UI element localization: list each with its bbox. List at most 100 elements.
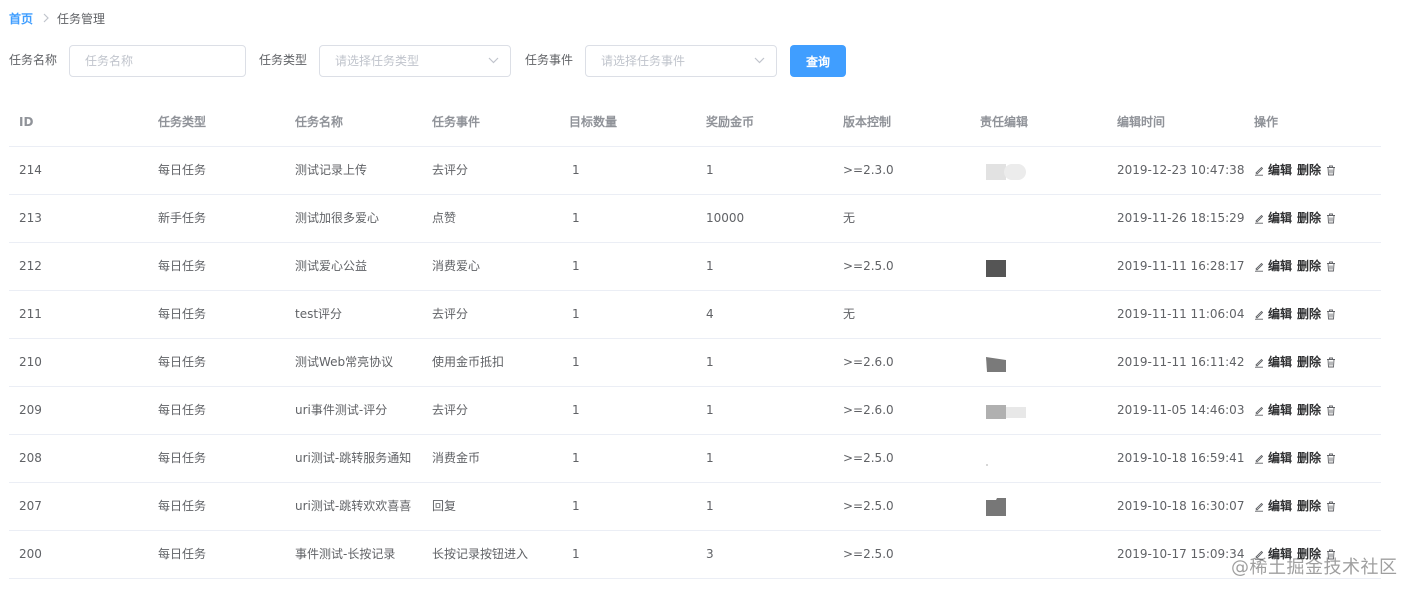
chevron-right-icon [43, 13, 49, 23]
cell-task-name: uri测试-跳转欢欢喜喜 [295, 499, 412, 513]
breadcrumb-home-link[interactable]: 首页 [9, 10, 33, 27]
cell-id: 208 [19, 451, 42, 465]
editor-avatar [985, 495, 1007, 520]
table-row: 210 每日任务 测试Web常亮协议 使用金币抵扣 1 1 >=2.6.0 2019-11-1… [9, 339, 1381, 387]
trash-icon[interactable] [1326, 261, 1336, 272]
edit-button[interactable]: 编辑 [1268, 195, 1292, 242]
trash-icon[interactable] [1326, 309, 1336, 320]
trash-icon[interactable] [1326, 165, 1336, 176]
edit-button[interactable]: 编辑 [1268, 483, 1292, 530]
edit-button[interactable]: 编辑 [1268, 435, 1292, 482]
cell-edit-time: 2019-11-11 16:11:42 [1117, 355, 1245, 369]
cell-task-type: 新手任务 [158, 211, 207, 225]
cell-version: 无 [843, 211, 856, 225]
cell-task-name: 测试加很多爱心 [295, 211, 380, 225]
edit-button[interactable]: 编辑 [1268, 339, 1292, 386]
column-header-task-name: 任务名称 [295, 115, 344, 129]
delete-button[interactable]: 删除 [1297, 243, 1321, 290]
cell-reward-coins: 10000 [706, 211, 745, 225]
cell-edit-time: 2019-10-18 16:30:07 [1117, 499, 1245, 513]
task-name-input[interactable] [70, 46, 245, 76]
delete-button[interactable]: 删除 [1297, 387, 1321, 434]
cell-task-event: 使用金币抵扣 [432, 355, 505, 369]
cell-reward-coins: 1 [706, 499, 714, 513]
trash-icon[interactable] [1326, 501, 1336, 512]
edit-button[interactable]: 编辑 [1268, 291, 1292, 338]
cell-version: >=2.5.0 [843, 547, 894, 561]
edit-icon [1254, 453, 1264, 464]
cell-reward-coins: 1 [706, 355, 714, 369]
cell-version: >=2.5.0 [843, 259, 894, 273]
cell-target-count: 1 [572, 403, 580, 417]
cell-task-type: 每日任务 [158, 307, 207, 321]
cell-task-event: 回复 [432, 499, 457, 513]
edit-button[interactable]: 编辑 [1268, 243, 1292, 290]
cell-task-name: 事件测试-长按记录 [295, 547, 396, 561]
cell-task-type: 每日任务 [158, 163, 207, 177]
cell-task-type: 每日任务 [158, 499, 207, 513]
editor-avatar [985, 399, 1027, 424]
trash-icon[interactable] [1326, 213, 1336, 224]
cell-version: >=2.6.0 [843, 403, 894, 417]
table-row: 208 每日任务 uri测试-跳转服务通知 消费金币 1 1 >=2.5.0 2019-10-… [9, 435, 1381, 483]
cell-edit-time: 2019-12-23 10:47:38 [1117, 163, 1245, 177]
cell-target-count: 1 [572, 355, 580, 369]
chevron-down-icon [754, 57, 765, 64]
task-event-select[interactable]: 请选择任务事件 [585, 45, 777, 77]
task-event-label: 任务事件 [525, 53, 574, 67]
delete-button[interactable]: 删除 [1297, 483, 1321, 530]
cell-target-count: 1 [572, 307, 580, 321]
column-header-edit-time: 编辑时间 [1117, 115, 1166, 129]
cell-edit-time: 2019-10-17 15:09:34 [1117, 547, 1245, 561]
row-actions: 编辑 删除 [1254, 147, 1336, 194]
cell-target-count: 1 [572, 211, 580, 225]
cell-reward-coins: 1 [706, 403, 714, 417]
cell-task-name: 测试记录上传 [295, 163, 368, 177]
cell-task-type: 每日任务 [158, 547, 207, 561]
column-header-target-count: 目标数量 [569, 115, 618, 129]
column-header-reward-coins: 奖励金币 [706, 115, 755, 129]
cell-task-type: 每日任务 [158, 451, 207, 465]
cell-target-count: 1 [572, 547, 580, 561]
cell-edit-time: 2019-11-05 14:46:03 [1117, 403, 1245, 417]
cell-task-type: 每日任务 [158, 403, 207, 417]
delete-button[interactable]: 删除 [1297, 339, 1321, 386]
cell-id: 213 [19, 211, 42, 225]
cell-task-name: 测试爱心公益 [295, 259, 368, 273]
edit-icon [1254, 405, 1264, 416]
cell-id: 214 [19, 163, 42, 177]
cell-task-event: 点赞 [432, 211, 457, 225]
edit-button[interactable]: 编辑 [1268, 147, 1292, 194]
cell-target-count: 1 [572, 163, 580, 177]
row-actions: 编辑 删除 [1254, 483, 1336, 530]
edit-icon [1254, 501, 1264, 512]
cell-id: 209 [19, 403, 42, 417]
cell-task-event: 去评分 [432, 403, 469, 417]
cell-task-name: uri测试-跳转服务通知 [295, 451, 412, 465]
column-header-editor: 责任编辑 [980, 115, 1029, 129]
cell-edit-time: 2019-11-26 18:15:29 [1117, 211, 1245, 225]
cell-task-type: 每日任务 [158, 259, 207, 273]
table-row: 207 每日任务 uri测试-跳转欢欢喜喜 回复 1 1 >=2.5.0 2019-10-18… [9, 483, 1381, 531]
edit-button[interactable]: 编辑 [1268, 387, 1292, 434]
delete-button[interactable]: 删除 [1297, 435, 1321, 482]
query-button[interactable]: 查询 [790, 45, 846, 77]
delete-button[interactable]: 删除 [1297, 195, 1321, 242]
row-actions: 编辑 删除 [1254, 435, 1336, 482]
task-name-label: 任务名称 [9, 53, 58, 67]
cell-edit-time: 2019-11-11 16:28:17 [1117, 259, 1245, 273]
trash-icon[interactable] [1326, 357, 1336, 368]
delete-button[interactable]: 删除 [1297, 147, 1321, 194]
table-row: 213 新手任务 测试加很多爱心 点赞 1 10000 无 2019-11-26 18:15:… [9, 195, 1381, 243]
cell-edit-time: 2019-10-18 16:59:41 [1117, 451, 1245, 465]
delete-button[interactable]: 删除 [1297, 291, 1321, 338]
column-header-task-type: 任务类型 [158, 115, 207, 129]
table-header-row: ID 任务类型 任务名称 任务事件 目标数量 奖励金币 版本控制 责任编辑 编辑… [9, 99, 1381, 147]
trash-icon[interactable] [1326, 453, 1336, 464]
trash-icon[interactable] [1326, 405, 1336, 416]
cell-id: 207 [19, 499, 42, 513]
breadcrumb: 首页 任务管理 [9, 9, 105, 27]
task-type-select[interactable]: 请选择任务类型 [319, 45, 511, 77]
row-actions: 编辑 删除 [1254, 243, 1336, 290]
cell-reward-coins: 1 [706, 451, 714, 465]
